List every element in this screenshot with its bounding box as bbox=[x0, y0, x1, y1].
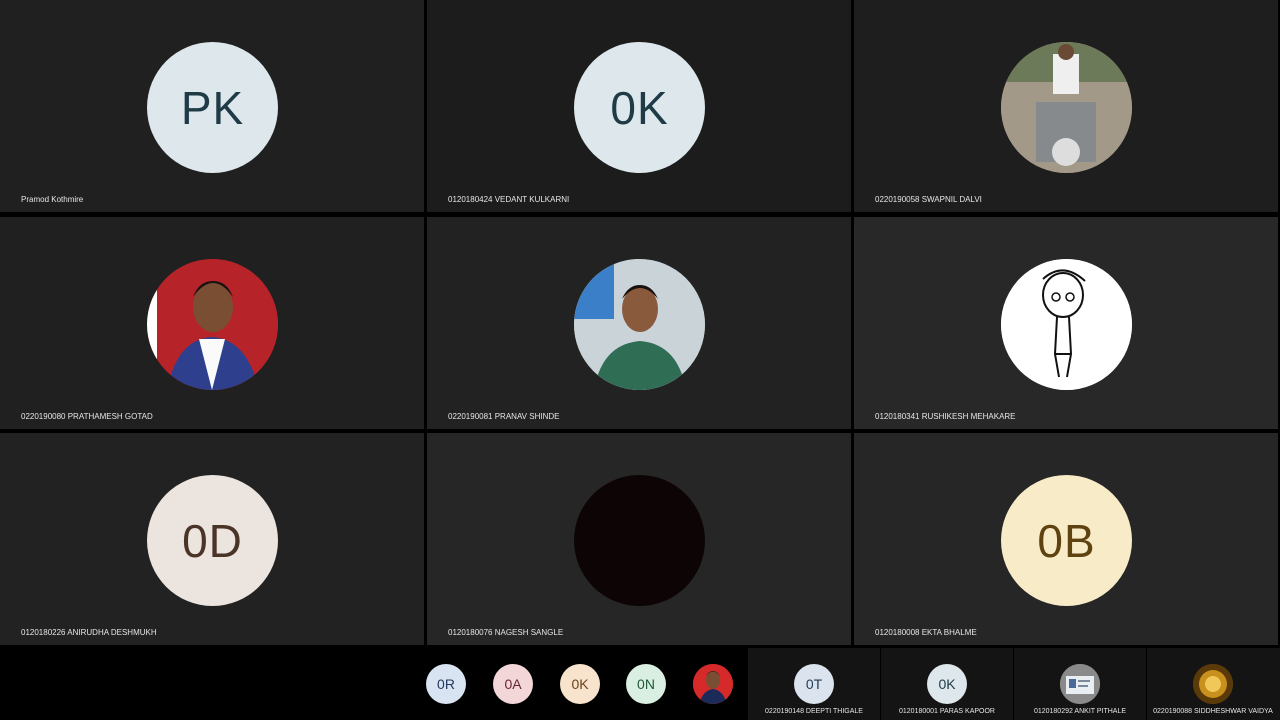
participant-tile[interactable]: 0B 0120180008 EKTA BHALME bbox=[854, 433, 1278, 645]
strip-avatar[interactable]: 0A bbox=[493, 664, 533, 704]
participant-name: 0220190088 SIDDHESHWAR VAIDYA bbox=[1153, 708, 1273, 715]
participant-name: 0120180226 ANIRUDHA DESHMUKH bbox=[21, 628, 157, 637]
participant-name: 0220190058 SWAPNIL DALVI bbox=[875, 195, 982, 204]
participant-avatar: 0D bbox=[147, 475, 278, 606]
participant-tile[interactable]: PK Pramod Kothmire bbox=[0, 0, 424, 212]
participant-name: 0120180292 ANKIT PITHALE bbox=[1033, 708, 1127, 715]
participant-name: 0120180076 NAGESH SANGLE bbox=[448, 628, 564, 637]
strip-participant-tile[interactable]: 0120180292 ANKIT PITHALE bbox=[1014, 648, 1146, 720]
participant-name: 0120180001 PARAS KAPOOR bbox=[899, 708, 995, 715]
video-grid: PK Pramod Kothmire 0K 0120180424 VEDANT … bbox=[0, 0, 1280, 648]
participant-tile[interactable]: 0220190058 SWAPNIL DALVI bbox=[854, 0, 1278, 212]
cartoon-figure-icon bbox=[1001, 259, 1132, 390]
portrait-photo-icon bbox=[574, 259, 705, 390]
strip-avatar[interactable]: 0N bbox=[626, 664, 666, 704]
participant-name: 0120180008 EKTA BHALME bbox=[875, 628, 977, 637]
participant-avatar: PK bbox=[147, 42, 278, 173]
strip-avatar bbox=[1060, 664, 1100, 704]
motorbike-rider-photo-icon bbox=[1001, 42, 1132, 173]
participant-photo bbox=[147, 259, 278, 390]
participant-name: 0220190148 DEEPTI THIGALE bbox=[765, 708, 863, 715]
participant-avatar: 0B bbox=[1001, 475, 1132, 606]
participant-photo bbox=[1001, 259, 1132, 390]
participant-name: 0220190081 PRANAV SHINDE bbox=[448, 412, 560, 421]
participant-photo bbox=[574, 475, 705, 606]
strip-avatar: 0K bbox=[927, 664, 967, 704]
participant-tile[interactable]: 0220190080 PRATHAMESH GOTAD bbox=[0, 217, 424, 429]
strip-avatar[interactable]: 0K bbox=[560, 664, 600, 704]
participant-photo bbox=[574, 259, 705, 390]
participant-tile[interactable]: 0220190081 PRANAV SHINDE bbox=[427, 217, 851, 429]
participant-tile[interactable]: 0120180341 RUSHIKESH MEHAKARE bbox=[854, 217, 1278, 429]
portrait-photo-icon bbox=[693, 664, 733, 704]
participant-name: 0120180341 RUSHIKESH MEHAKARE bbox=[875, 412, 1016, 421]
strip-participant-tile[interactable]: 0K 0120180001 PARAS KAPOOR bbox=[881, 648, 1013, 720]
participant-name: 0120180424 VEDANT KULKARNI bbox=[448, 195, 570, 204]
participant-avatar: 0K bbox=[574, 42, 705, 173]
participant-photo bbox=[1001, 42, 1132, 173]
strip-avatar[interactable] bbox=[693, 664, 733, 704]
strip-participant-tile[interactable]: 0T 0220190148 DEEPTI THIGALE bbox=[748, 648, 880, 720]
strip-avatar: 0T bbox=[794, 664, 834, 704]
participant-tile[interactable]: 0120180076 NAGESH SANGLE bbox=[427, 433, 851, 645]
strip-avatar[interactable]: 0R bbox=[426, 664, 466, 704]
participant-tile[interactable]: 0K 0120180424 VEDANT KULKARNI bbox=[427, 0, 851, 212]
participant-name: Pramod Kothmire bbox=[21, 195, 84, 204]
strip-participant-tile[interactable]: 0220190088 SIDDHESHWAR VAIDYA bbox=[1147, 648, 1280, 720]
participant-name: 0220190080 PRATHAMESH GOTAD bbox=[21, 412, 153, 421]
participant-tile[interactable]: 0D 0120180226 ANIRUDHA DESHMUKH bbox=[0, 433, 424, 645]
golden-emblem-icon bbox=[1193, 664, 1233, 704]
strip-avatar bbox=[1193, 664, 1233, 704]
id-card-photo-icon bbox=[1060, 664, 1100, 704]
portrait-photo-icon bbox=[147, 259, 278, 390]
